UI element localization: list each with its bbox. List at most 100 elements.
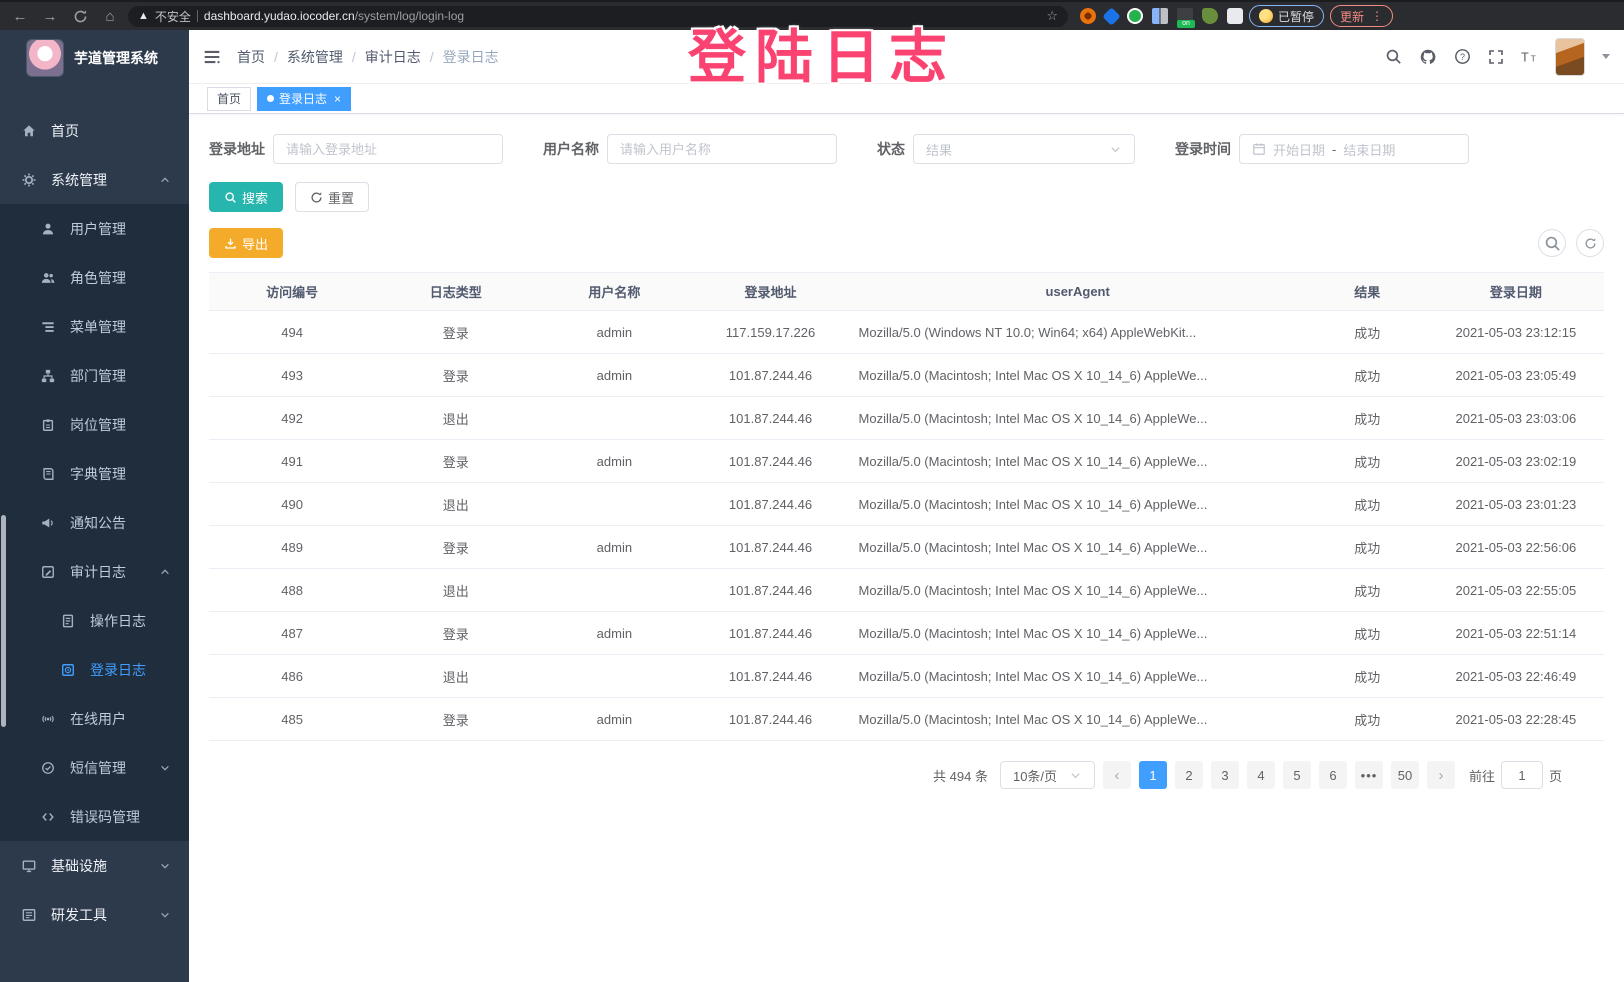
table-cell: Mozilla/5.0 (Macintosh; Intel Mac OS X 1…: [849, 569, 1307, 612]
ext-diamond-icon[interactable]: [1102, 7, 1120, 25]
page-button-4[interactable]: 4: [1247, 761, 1275, 789]
ext-green-icon[interactable]: [1127, 8, 1143, 24]
tab-0[interactable]: 首页: [207, 87, 251, 111]
ext-grid-icon[interactable]: [1152, 8, 1168, 24]
more-pages-button[interactable]: •••: [1355, 761, 1383, 789]
url-divider: [197, 10, 198, 22]
app-title: 芋道管理系统: [74, 48, 158, 68]
column-header-1: 日志类型: [375, 273, 536, 311]
breadcrumb-separator: /: [274, 49, 278, 65]
bookmark-star-icon[interactable]: ☆: [1046, 8, 1058, 24]
table-cell: 登录: [375, 311, 536, 354]
page-button-1[interactable]: 1: [1139, 761, 1167, 789]
page-button-2[interactable]: 2: [1175, 761, 1203, 789]
sidebar-item-16[interactable]: 研发工具: [0, 890, 189, 939]
breadcrumb-item-0[interactable]: 首页: [237, 47, 265, 67]
sidebar-item-10[interactable]: 操作日志: [0, 596, 189, 645]
help-icon[interactable]: ?: [1454, 48, 1471, 65]
sidebar-item-1[interactable]: 系统管理: [0, 155, 189, 204]
profile-paused-chip[interactable]: 已暂停: [1249, 5, 1324, 27]
chevron-down-icon: [159, 860, 171, 872]
table-row: 491登录admin101.87.244.46Mozilla/5.0 (Maci…: [209, 440, 1604, 483]
sidebar-item-8[interactable]: 通知公告: [0, 498, 189, 547]
app-logo-row[interactable]: 芋道管理系统: [0, 30, 189, 86]
table-cell: 101.87.244.46: [692, 440, 848, 483]
sidebar-item-12[interactable]: 在线用户: [0, 694, 189, 743]
browser-reload-icon[interactable]: [68, 8, 92, 25]
url-bar[interactable]: ▲ 不安全 dashboard.yudao.iocoder.cn/system/…: [128, 6, 1068, 27]
table-cell: admin: [536, 612, 692, 655]
font-size-icon[interactable]: TT: [1521, 48, 1538, 65]
ext-list-on-icon[interactable]: [1177, 8, 1193, 24]
export-button[interactable]: 导出: [209, 228, 283, 258]
tools-icon: [21, 908, 37, 922]
table-cell: 成功: [1307, 397, 1428, 440]
browser-back-icon[interactable]: ←: [8, 8, 32, 25]
fullscreen-icon[interactable]: [1488, 49, 1504, 65]
select-chevron-icon: [1109, 143, 1122, 156]
sidebar-item-6[interactable]: 岗位管理: [0, 400, 189, 449]
infra-icon: [21, 859, 37, 873]
table-cell: 2021-05-03 23:03:06: [1428, 397, 1604, 440]
username-input[interactable]: [607, 134, 837, 164]
user-avatar[interactable]: [1555, 38, 1585, 76]
sidebar-item-7[interactable]: 字典管理: [0, 449, 189, 498]
table-cell: 2021-05-03 22:55:05: [1428, 569, 1604, 612]
ext-puzzle-icon[interactable]: [1227, 8, 1243, 24]
breadcrumb-item-1[interactable]: 系统管理: [287, 47, 343, 67]
prev-page-button[interactable]: ‹: [1103, 761, 1131, 789]
table-cell: 101.87.244.46: [692, 569, 848, 612]
next-page-button[interactable]: ›: [1427, 761, 1455, 789]
sidebar-item-label: 登录日志: [90, 660, 146, 680]
chevron-down-icon[interactable]: [1602, 54, 1610, 59]
sidebar-item-2[interactable]: 用户管理: [0, 204, 189, 253]
hamburger-icon[interactable]: [203, 48, 221, 66]
page-size-select[interactable]: 10条/页: [1000, 761, 1095, 789]
search-button[interactable]: 搜索: [209, 182, 283, 212]
goto-page-input[interactable]: [1501, 761, 1543, 789]
table-row: 494登录admin117.159.17.226Mozilla/5.0 (Win…: [209, 311, 1604, 354]
sidebar-scrollbar[interactable]: [1, 515, 6, 727]
breadcrumb-item-2[interactable]: 审计日志: [365, 47, 421, 67]
chevron-down-icon: [159, 762, 171, 774]
table-cell: 退出: [375, 569, 536, 612]
sidebar-item-5[interactable]: 部门管理: [0, 351, 189, 400]
reset-button[interactable]: 重置: [295, 182, 369, 212]
badge-icon: [40, 418, 56, 432]
toggle-search-button[interactable]: [1538, 229, 1566, 257]
github-icon[interactable]: [1419, 48, 1437, 66]
sidebar-item-3[interactable]: 角色管理: [0, 253, 189, 302]
sidebar-item-0[interactable]: 首页: [0, 106, 189, 155]
close-icon[interactable]: ×: [334, 92, 341, 106]
svg-text:T: T: [1531, 53, 1536, 63]
table-cell: 117.159.17.226: [692, 311, 848, 354]
page-button-3[interactable]: 3: [1211, 761, 1239, 789]
browser-menu-icon[interactable]: ⋮: [1371, 9, 1383, 23]
sidebar-item-11[interactable]: 登录日志: [0, 645, 189, 694]
browser-forward-icon[interactable]: →: [38, 8, 62, 25]
sidebar-item-9[interactable]: 审计日志: [0, 547, 189, 596]
status-select[interactable]: 结果: [913, 134, 1135, 164]
browser-update-button[interactable]: 更新 ⋮: [1330, 5, 1393, 27]
browser-home-icon[interactable]: ⌂: [98, 8, 122, 25]
url-path: /system/log/login-log: [355, 9, 464, 23]
search-icon[interactable]: [1385, 48, 1402, 65]
page-button-50[interactable]: 50: [1391, 761, 1419, 789]
ext-orange-icon[interactable]: [1080, 8, 1096, 24]
ext-leaf-icon[interactable]: [1202, 8, 1218, 24]
sidebar-item-15[interactable]: 基础设施: [0, 841, 189, 890]
date-start-placeholder: 开始日期: [1273, 140, 1325, 159]
table-cell: 490: [209, 483, 375, 526]
refresh-table-button[interactable]: [1576, 229, 1604, 257]
sidebar-item-13[interactable]: 短信管理: [0, 743, 189, 792]
reset-icon: [310, 191, 323, 204]
sidebar-item-4[interactable]: 菜单管理: [0, 302, 189, 351]
date-range-picker[interactable]: 开始日期 - 结束日期: [1239, 134, 1469, 164]
page-button-6[interactable]: 6: [1319, 761, 1347, 789]
tab-1[interactable]: 登录日志×: [257, 87, 351, 111]
sidebar-item-label: 系统管理: [51, 170, 107, 190]
page-button-5[interactable]: 5: [1283, 761, 1311, 789]
login-address-input[interactable]: [273, 134, 503, 164]
table-row: 485登录admin101.87.244.46Mozilla/5.0 (Maci…: [209, 698, 1604, 741]
sidebar-item-14[interactable]: 错误码管理: [0, 792, 189, 841]
